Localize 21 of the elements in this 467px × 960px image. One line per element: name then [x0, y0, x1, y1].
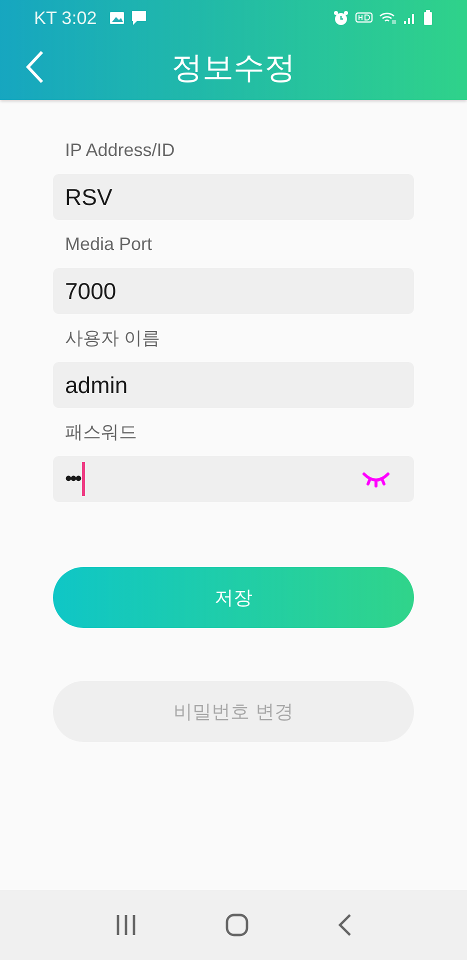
alarm-icon: [333, 10, 349, 26]
field-label: IP Address/ID: [64, 139, 176, 162]
input-field[interactable]: admin: [53, 362, 414, 408]
message-icon: [130, 10, 147, 26]
image-icon: [108, 11, 125, 25]
signal-icon: [403, 11, 417, 25]
field-label: 패스워드: [64, 421, 138, 444]
hd-icon: [355, 11, 373, 25]
closed-eye-icon[interactable]: [362, 470, 390, 488]
password-field[interactable]: •••: [53, 456, 414, 502]
field-label: Media Port: [64, 233, 154, 256]
back-icon[interactable]: [24, 50, 46, 84]
wifi-icon: [379, 11, 397, 25]
status-time: KT 3:02: [34, 8, 97, 28]
back-icon[interactable]: [337, 913, 354, 937]
input-field[interactable]: 7000: [53, 268, 414, 314]
battery-icon: [423, 10, 433, 26]
field-label: 사용자 이름: [64, 327, 162, 350]
screen-title: 정보수정: [172, 49, 296, 88]
input-field[interactable]: RSV: [53, 174, 414, 220]
home-icon[interactable]: [225, 913, 250, 937]
